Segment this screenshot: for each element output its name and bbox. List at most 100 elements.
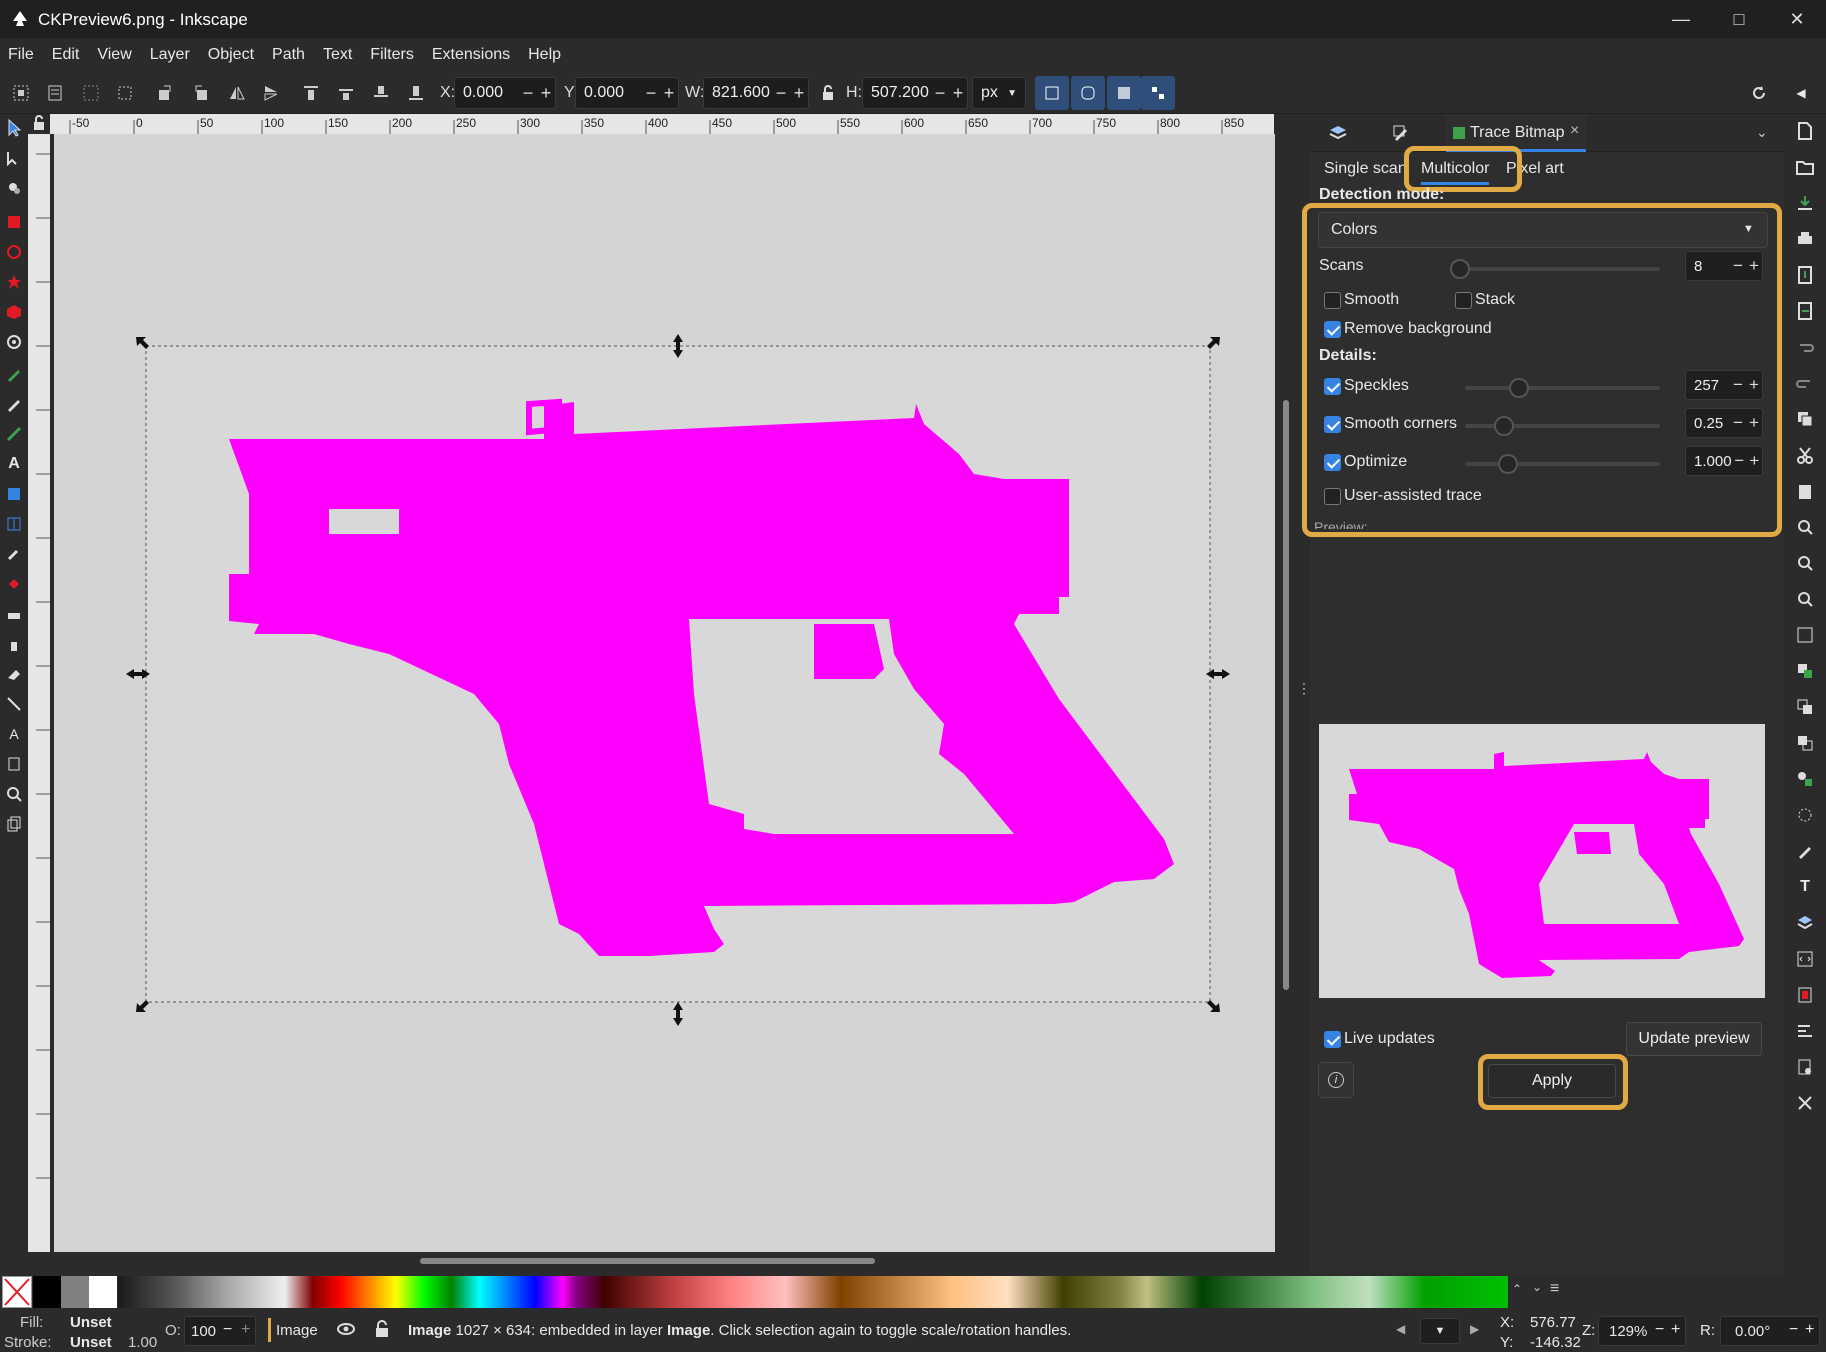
mode-tab-single-scan[interactable]: Single scan	[1324, 160, 1407, 178]
paint-bucket-tool-icon[interactable]	[4, 574, 24, 594]
horizontal-scrollbar[interactable]	[420, 1258, 875, 1264]
connector-tool-icon[interactable]	[4, 694, 24, 714]
live-updates-checkbox[interactable]	[1324, 1031, 1341, 1048]
star-tool-icon[interactable]	[4, 272, 24, 292]
text-tool-icon[interactable]: A	[4, 454, 24, 474]
palette-scroll-up-icon[interactable]: ⌃	[1512, 1282, 1522, 1296]
import-icon[interactable]	[1794, 264, 1816, 286]
menu-view[interactable]: View	[97, 46, 131, 64]
menu-object[interactable]: Object	[208, 46, 254, 64]
lock-ratio-icon[interactable]	[817, 82, 839, 104]
menu-extensions[interactable]: Extensions	[432, 46, 510, 64]
panel-menu-chevron-icon[interactable]: ⌄	[1756, 124, 1768, 141]
gradient-tool-icon[interactable]	[4, 484, 24, 504]
prev-page-icon[interactable]: ◀	[1396, 1322, 1405, 1336]
layer-lock-icon[interactable]	[374, 1320, 390, 1342]
h-decrement[interactable]: −	[931, 83, 949, 104]
ungroup-icon[interactable]	[1794, 804, 1816, 826]
node-tool-icon[interactable]	[4, 148, 24, 168]
swatch-white[interactable]	[89, 1276, 117, 1308]
zoom-spinner[interactable]: 129% − +	[1598, 1316, 1686, 1346]
new-document-icon[interactable]	[1794, 120, 1816, 142]
lock-guides-icon[interactable]	[28, 114, 50, 134]
palette-scroll-down-icon[interactable]: ⌄	[1532, 1280, 1542, 1294]
zoom-tool-icon[interactable]	[4, 784, 24, 804]
redo-icon[interactable]	[1794, 372, 1816, 394]
panel-drag-handle[interactable]: ⋮	[1297, 680, 1311, 700]
menu-filters[interactable]: Filters	[370, 46, 414, 64]
paste-icon[interactable]	[1794, 480, 1816, 502]
menu-file[interactable]: File	[8, 46, 34, 64]
mesh-tool-icon[interactable]	[4, 514, 24, 534]
document-properties-icon[interactable]	[1794, 1056, 1816, 1078]
rotation-spinner[interactable]: 0.00° − +	[1720, 1316, 1820, 1346]
next-page-icon[interactable]: ▶	[1470, 1322, 1479, 1336]
swatch-black[interactable]	[33, 1276, 61, 1308]
swatches-icon[interactable]	[1794, 984, 1816, 1006]
print-icon[interactable]	[1794, 228, 1816, 250]
pen-tool-icon[interactable]	[4, 364, 24, 384]
menu-edit[interactable]: Edit	[52, 46, 80, 64]
spiral-tool-icon[interactable]	[4, 332, 24, 352]
minimize-button[interactable]: —	[1652, 0, 1710, 38]
palette-menu-icon[interactable]: ≡	[1550, 1280, 1559, 1298]
undo-icon[interactable]	[1794, 336, 1816, 358]
selector-tool-icon[interactable]	[4, 118, 24, 138]
swatch-gray[interactable]	[61, 1276, 89, 1308]
tweak-tool-icon[interactable]	[4, 178, 24, 198]
3dbox-tool-icon[interactable]	[4, 302, 24, 322]
tab-close-icon[interactable]: ×	[1570, 122, 1579, 140]
y-decrement[interactable]: −	[642, 83, 660, 104]
align-distribute-icon[interactable]	[1794, 1020, 1816, 1042]
select-all-layers-icon[interactable]	[44, 82, 66, 104]
y-field[interactable]: 0.000 − +	[575, 77, 679, 109]
group-icon[interactable]	[1794, 768, 1816, 790]
clone-icon[interactable]	[1794, 696, 1816, 718]
flip-horizontal-icon[interactable]	[226, 82, 248, 104]
layers-objects-icon[interactable]	[1794, 912, 1816, 934]
x-field[interactable]: 0.000 − +	[454, 77, 556, 109]
zoom-page-icon[interactable]	[1794, 588, 1816, 610]
documents-tool-icon[interactable]	[4, 814, 24, 834]
text-font-icon[interactable]: T	[1794, 876, 1816, 898]
stroke-value[interactable]: Unset	[70, 1334, 112, 1351]
eraser-alt-icon[interactable]	[4, 664, 24, 684]
canvas[interactable]	[54, 134, 1275, 1252]
collapse-left-icon[interactable]: ◀	[1790, 82, 1812, 104]
h-field[interactable]: 507.200 − +	[862, 77, 968, 109]
palette-swatches[interactable]	[118, 1276, 1508, 1308]
scale-stroke-button[interactable]	[1035, 76, 1069, 110]
dropper-tool-icon[interactable]	[4, 544, 24, 564]
x-increment[interactable]: +	[537, 83, 555, 104]
page-select[interactable]: ▼	[1420, 1318, 1460, 1344]
xml-editor-icon[interactable]	[1794, 948, 1816, 970]
open-folder-icon[interactable]	[1794, 156, 1816, 178]
unlink-clone-icon[interactable]	[1794, 732, 1816, 754]
menu-help[interactable]: Help	[528, 46, 561, 64]
layers-icon[interactable]	[1328, 124, 1348, 147]
lower-icon[interactable]	[370, 82, 392, 104]
eraser-tool-icon[interactable]	[4, 604, 24, 624]
menu-text[interactable]: Text	[323, 46, 352, 64]
vertical-scrollbar[interactable]	[1283, 400, 1289, 990]
raise-to-top-icon[interactable]	[300, 82, 322, 104]
current-layer[interactable]: Image	[276, 1322, 318, 1339]
info-button[interactable]: i	[1318, 1062, 1354, 1098]
opacity-spinner[interactable]: 100 − +	[184, 1316, 256, 1346]
h-increment[interactable]: +	[949, 83, 967, 104]
save-icon[interactable]	[1794, 192, 1816, 214]
close-button[interactable]: ✕	[1768, 0, 1826, 38]
calligraphy-tool-icon[interactable]	[4, 424, 24, 444]
move-gradients-button[interactable]	[1107, 76, 1141, 110]
scale-corners-button[interactable]	[1071, 76, 1105, 110]
no-paint-swatch[interactable]	[2, 1276, 32, 1308]
rotate-ccw-icon[interactable]	[154, 82, 176, 104]
raise-icon[interactable]	[335, 82, 357, 104]
zoom-selection-icon[interactable]	[1794, 516, 1816, 538]
ellipse-tool-icon[interactable]	[4, 242, 24, 262]
unit-select[interactable]: px ▼	[972, 77, 1026, 109]
w-field[interactable]: 821.600 − +	[703, 77, 809, 109]
stroke-width[interactable]: 1.00	[128, 1334, 157, 1351]
move-patterns-button[interactable]	[1141, 76, 1175, 110]
update-preview-button[interactable]: Update preview	[1626, 1022, 1762, 1056]
